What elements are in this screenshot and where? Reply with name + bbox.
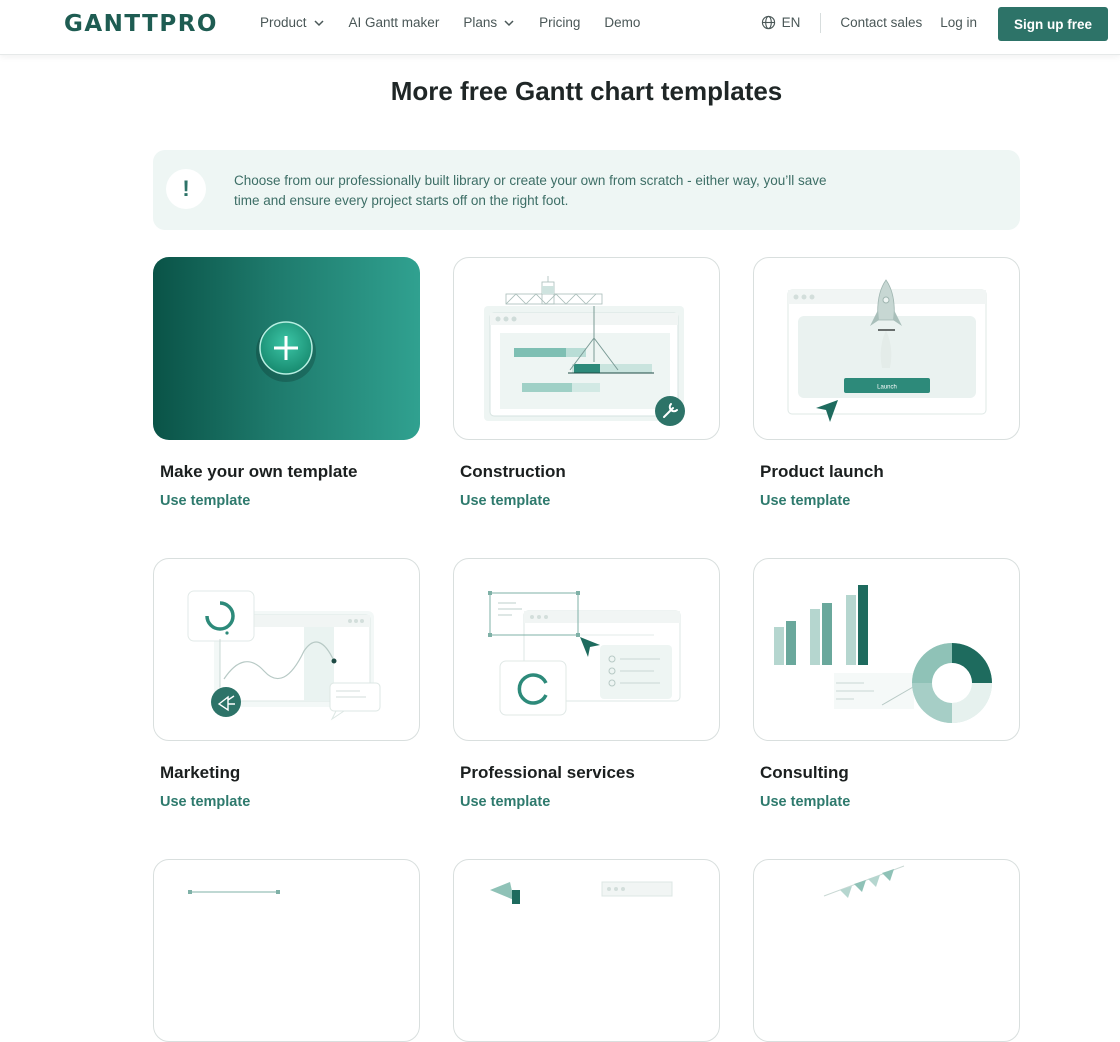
template-thumbnail[interactable] [753,859,1020,1042]
nav-ai-gantt-maker[interactable]: AI Gantt maker [349,15,440,30]
signup-button[interactable]: Sign up free [998,7,1108,41]
use-template-link[interactable]: Use template [460,493,720,509]
use-template-link[interactable]: Use template [160,794,420,810]
page-title: More free Gantt chart templates [390,76,783,106]
language-selector[interactable]: EN [761,15,801,30]
notice-text: Choose from our professionally built lib… [234,173,827,208]
info-notice: ! Choose from our professionally built l… [153,150,1020,230]
card-title: Make your own template [160,462,358,481]
use-template-link[interactable]: Use template [760,493,1020,509]
nav-plans[interactable]: Plans [463,15,515,30]
card-title: Marketing [160,763,241,782]
add-template-illustration [256,321,316,382]
template-card-product-launch[interactable]: Launch Product launch Use template [753,257,1020,509]
launch-button-label: Launch [877,385,897,391]
header-divider [820,12,822,33]
template-preview-illustration [188,890,280,894]
professional-services-illustration [488,591,681,716]
use-template-link[interactable]: Use template [760,794,1020,810]
template-card-custom[interactable]: Make your own template Use template [153,257,420,509]
globe-icon [761,15,775,30]
template-card-professional-services[interactable]: Professional services Use template [453,558,720,810]
template-thumbnail[interactable] [153,859,420,1042]
card-title: Professional services [460,763,635,782]
top-navigation: GANTTPRO Product AI Gantt maker Plans Pr… [0,0,1120,55]
ganttpro-logo[interactable]: GANTTPRO [64,11,218,37]
header-actions: EN Contact sales Log in Sign up free [761,0,1108,45]
template-card-next-row-2[interactable] [453,859,720,1042]
card-title: Product launch [760,462,884,481]
template-preview-illustration [490,881,673,904]
template-card-construction[interactable]: Construction Use template [453,257,720,509]
card-title: Construction [460,462,566,481]
nav-demo[interactable]: Demo [604,15,640,30]
template-thumbnail[interactable] [153,257,420,440]
template-card-next-row-3[interactable] [753,859,1020,1042]
contact-sales-link[interactable]: Contact sales [840,15,922,30]
chevron-down-icon [504,19,514,26]
nav-product-label: Product [260,15,307,30]
card-title: Consulting [760,763,849,782]
nav-plans-label: Plans [463,15,498,30]
template-thumbnail[interactable] [453,558,720,741]
template-card-marketing[interactable]: Marketing Use template [153,558,420,810]
use-template-link[interactable]: Use template [160,493,420,509]
nav-pricing[interactable]: Pricing [539,15,580,30]
template-card-next-row-1[interactable] [153,859,420,1042]
construction-illustration [484,276,685,426]
template-card-consulting[interactable]: Consulting Use template [753,558,1020,810]
consulting-illustration [774,585,992,723]
chevron-down-icon [314,19,324,26]
use-template-link[interactable]: Use template [460,794,720,810]
language-label: EN [781,15,801,30]
template-thumbnail[interactable]: Launch [753,257,1020,440]
nav-pricing-label: Pricing [539,15,581,30]
bunting-illustration [823,865,905,898]
template-thumbnail[interactable] [453,257,720,440]
main-nav: Product AI Gantt maker Plans Pricing Dem… [260,0,640,45]
nav-demo-label: Demo [604,15,641,30]
exclamation-icon: ! [166,169,206,209]
nav-ai-gantt-maker-label: AI Gantt maker [348,15,440,30]
template-thumbnail[interactable] [153,558,420,741]
template-thumbnail[interactable] [453,859,720,1042]
template-thumbnail[interactable] [753,558,1020,741]
nav-product[interactable]: Product [260,15,325,30]
marketing-illustration [187,590,381,721]
login-link[interactable]: Log in [940,15,977,30]
product-launch-illustration: Launch [787,279,987,422]
